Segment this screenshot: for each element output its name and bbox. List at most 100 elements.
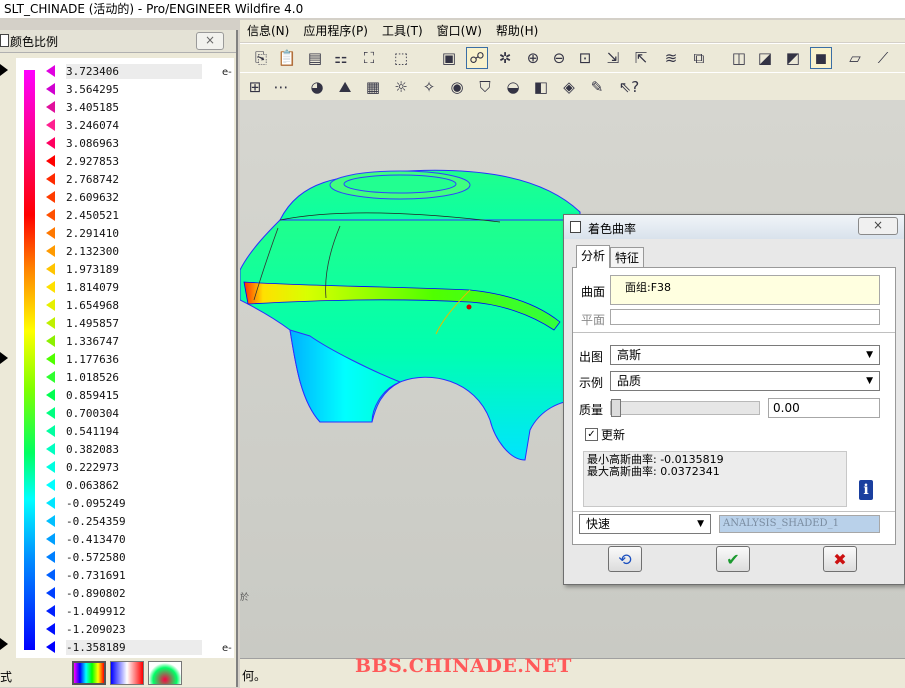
tab-analysis[interactable]: 分析 (576, 245, 611, 268)
cancel-button[interactable]: ✖ (823, 546, 857, 572)
datum-planes-icon[interactable]: ▱ (844, 47, 866, 69)
color-scale-title: 颜色比例 (10, 35, 59, 49)
scale-tick-icon (46, 587, 55, 599)
hidden-line-icon[interactable]: ◪ (754, 47, 776, 69)
section-icon[interactable]: ◧ (530, 76, 552, 98)
scale-value: 0.222973 (66, 461, 119, 474)
scale-tick-icon (46, 335, 55, 347)
copy-icon[interactable]: ⎘ (250, 47, 272, 69)
menu-window[interactable]: 窗口(W) (430, 20, 489, 42)
scale-tick-icon (46, 209, 55, 221)
scale-value: 3.723406 (66, 64, 202, 79)
curvature-icon[interactable]: ◉ (446, 76, 468, 98)
no-hidden-icon[interactable]: ◩ (782, 47, 804, 69)
bicolor-scale-button[interactable] (110, 661, 144, 685)
quality-slider-thumb[interactable] (611, 399, 621, 417)
dialog-title-bar[interactable]: 着色曲率 × (564, 215, 904, 239)
reorient-icon[interactable]: ⇲ (602, 47, 624, 69)
surface-label: 曲面 (581, 285, 606, 299)
shading-icon[interactable]: ◼ (810, 47, 832, 69)
measure-icon[interactable]: ◈ (558, 76, 580, 98)
shade-icon[interactable]: ◒ (502, 76, 524, 98)
view-manager-icon[interactable]: ⧉ (688, 47, 710, 69)
quality-input[interactable]: 0.00 (768, 398, 880, 418)
scale-value: 1.177636 (66, 353, 119, 366)
refit-icon[interactable]: ⊡ (574, 47, 596, 69)
scale-tick-icon (46, 497, 55, 509)
scale-tick-icon (46, 245, 55, 257)
scale-value: 1.336747 (66, 335, 119, 348)
scale-tick-icon (46, 155, 55, 167)
plane-collector[interactable] (610, 309, 880, 325)
surface-analysis-icon[interactable]: ⛰ (334, 76, 356, 98)
menu-bar: 信息(N) 应用程序(P) 工具(T) 窗口(W) 帮助(H) (240, 20, 905, 42)
reflection-icon[interactable]: ✧ (418, 76, 440, 98)
check-icon: ✓ (587, 429, 596, 440)
scale-value: -1.049912 (66, 605, 126, 618)
divider (573, 332, 895, 333)
sketch-icon[interactable]: ▣ (438, 47, 460, 69)
shade-scale-button[interactable] (148, 661, 182, 685)
display-value: 品质 (617, 374, 642, 388)
datum-axes-icon[interactable]: ⟋ (872, 47, 894, 69)
scale-value: 0.541194 (66, 425, 119, 438)
zoom-out-icon[interactable]: ⊖ (548, 47, 570, 69)
scale-tick-icon (46, 551, 55, 563)
chevron-down-icon: ▼ (866, 376, 873, 386)
max-curvature-text: 最大高斯曲率: 0.0372341 (587, 465, 720, 478)
draft-icon[interactable]: ⛉ (474, 76, 496, 98)
color-scale-header: 颜色比例 × (0, 30, 236, 53)
scale-value: 1.018526 (66, 371, 119, 384)
saved-views-icon[interactable]: ⇱ (630, 47, 652, 69)
scale-tick-icon (46, 533, 55, 545)
spectrum-scale-button[interactable] (72, 661, 106, 685)
scale-tick-icon (46, 389, 55, 401)
color-wheel-icon[interactable]: ◕ (306, 76, 328, 98)
offset-icon[interactable]: ✎ (586, 76, 608, 98)
menu-help[interactable]: 帮助(H) (489, 20, 545, 42)
spin-center-icon[interactable]: ✲ (494, 47, 516, 69)
wireframe-icon[interactable]: ◫ (728, 47, 750, 69)
menu-tools[interactable]: 工具(T) (375, 20, 430, 42)
scale-tick-icon (46, 443, 55, 455)
shaded-curvature-dialog: 着色曲率 × 分析 特征 曲面 面组:F38 平面 出图 高斯 ▼ 示例 品质 ▼ … (563, 214, 905, 585)
distance-icon[interactable]: ⋯ (270, 76, 292, 98)
quality-slider-track[interactable] (610, 399, 760, 417)
layers-icon[interactable]: ≋ (660, 47, 682, 69)
surface-collector[interactable]: 面组:F38 (610, 275, 880, 305)
find-icon[interactable]: ⛶ (358, 47, 380, 69)
scale-tick-icon (46, 101, 55, 113)
paste-special-icon[interactable]: ▤ (304, 47, 326, 69)
grid-icon[interactable]: ⊞ (244, 76, 266, 98)
output-select[interactable]: 高斯 ▼ (610, 345, 880, 365)
analysis-name-input[interactable]: ANALYSIS_SHADED_1 (719, 515, 880, 533)
paste-icon[interactable]: 📋 (276, 47, 298, 69)
scale-tick-icon (46, 299, 55, 311)
watermark: BBS.CHINADE.NET (355, 655, 572, 677)
context-help-icon[interactable]: ⇖? (618, 76, 640, 98)
update-checkbox[interactable]: ✓ (585, 428, 598, 441)
zoom-in-icon[interactable]: ⊕ (522, 47, 544, 69)
scale-tick-icon (46, 515, 55, 527)
close-icon[interactable]: × (196, 32, 224, 50)
display-label: 示例 (579, 376, 604, 390)
display-select[interactable]: 品质 ▼ (610, 371, 880, 391)
curve-analysis-icon[interactable]: ☍ (466, 47, 488, 69)
menu-applications[interactable]: 应用程序(P) (296, 20, 375, 42)
checkmark-icon: ✔ (726, 549, 740, 569)
select-box-icon[interactable]: ⬚ (390, 47, 412, 69)
info-icon[interactable]: i (859, 480, 873, 500)
viewport-label: 於 (240, 591, 249, 603)
mesh-icon[interactable]: ▦ (362, 76, 384, 98)
close-icon[interactable]: × (858, 217, 898, 235)
menu-info[interactable]: 信息(N) (240, 20, 296, 42)
repeat-button[interactable]: ⟲ (608, 546, 642, 572)
ok-button[interactable]: ✔ (716, 546, 750, 572)
regenerate-icon[interactable]: ⚏ (330, 47, 352, 69)
status-message: 何。 (242, 669, 267, 683)
mode-select[interactable]: 快速 ▼ (579, 514, 711, 534)
tab-feature[interactable]: 特征 (610, 247, 645, 268)
surface-value: 面组:F38 (625, 281, 672, 294)
scale-value: -0.731691 (66, 569, 126, 582)
lightbulb-icon[interactable]: ☼ (390, 76, 412, 98)
